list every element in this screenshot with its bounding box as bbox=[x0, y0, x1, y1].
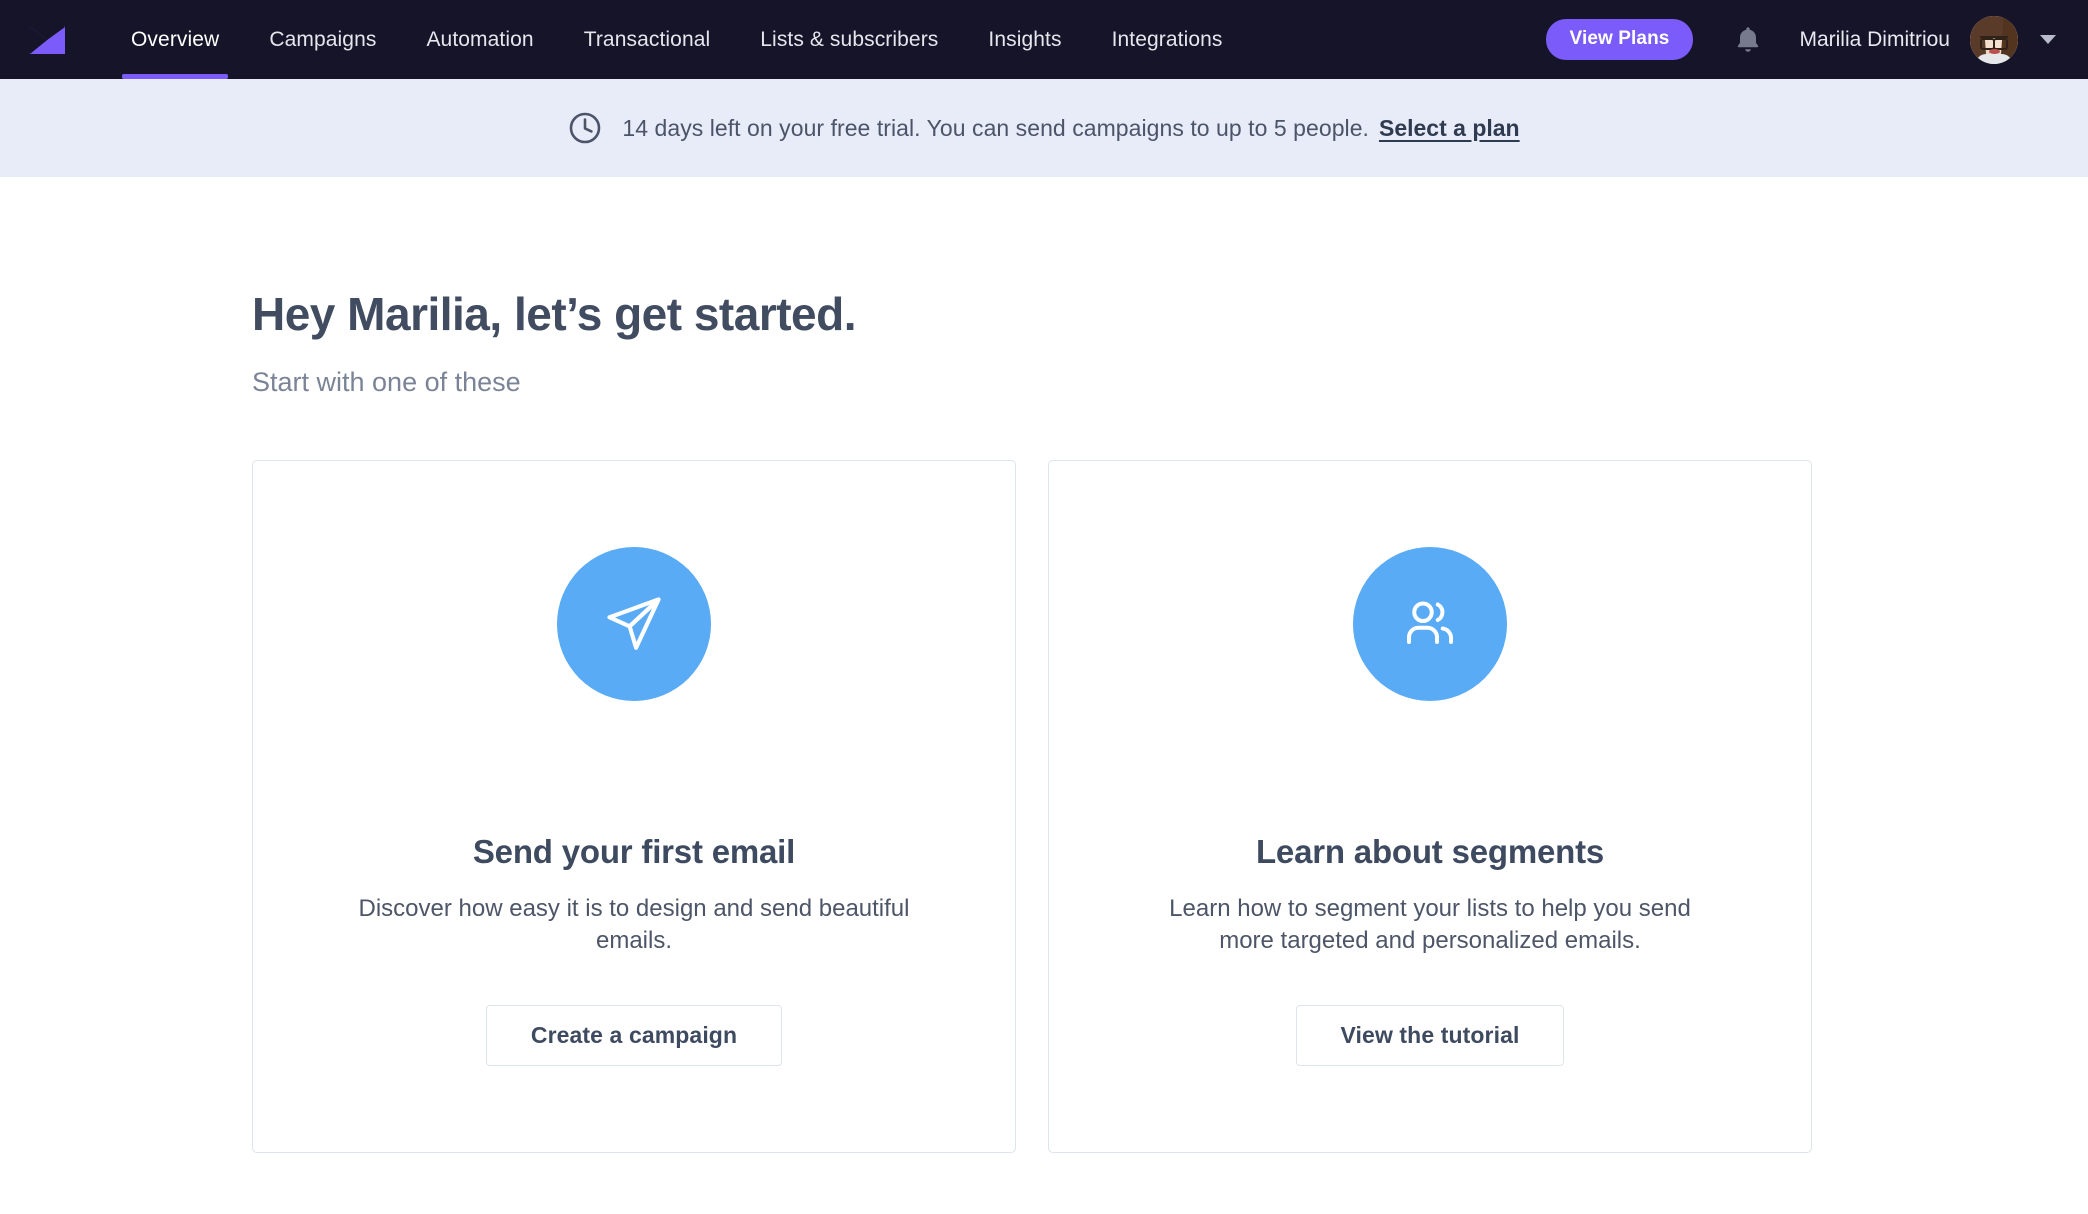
avatar-glasses bbox=[1980, 35, 2008, 50]
clock-icon bbox=[568, 111, 602, 145]
nav-tab-label: Lists & subscribers bbox=[760, 27, 939, 51]
primary-nav-tabs: Overview Campaigns Automation Transactio… bbox=[106, 0, 1248, 79]
nav-tab-campaigns[interactable]: Campaigns bbox=[244, 0, 401, 79]
notifications-button[interactable] bbox=[1727, 19, 1769, 61]
view-plans-button[interactable]: View Plans bbox=[1545, 19, 1694, 60]
bell-icon bbox=[1738, 27, 1759, 52]
nav-tab-label: Campaigns bbox=[269, 27, 377, 51]
nav-tab-insights[interactable]: Insights bbox=[963, 0, 1086, 79]
nav-tab-label: Overview bbox=[131, 27, 220, 51]
avatar-lips bbox=[1989, 48, 2000, 54]
page-subtitle: Start with one of these bbox=[252, 367, 521, 397]
nav-tab-lists-and-subscribers[interactable]: Lists & subscribers bbox=[735, 0, 963, 79]
free-trial-banner: 14 days left on your free trial. You can… bbox=[0, 79, 2088, 177]
card-description: Learn how to segment your lists to help … bbox=[1169, 895, 1691, 954]
account-user-name[interactable]: Marilia Dimitriou bbox=[1799, 28, 1950, 52]
create-a-campaign-button[interactable]: Create a campaign bbox=[485, 1004, 783, 1066]
avatar-shirt bbox=[1976, 53, 2012, 64]
select-a-plan-link[interactable]: Select a plan bbox=[1379, 115, 1520, 142]
nav-tab-transactional[interactable]: Transactional bbox=[559, 0, 736, 79]
nav-tab-overview[interactable]: Overview bbox=[106, 0, 244, 79]
card-send-your-first-email[interactable]: Send your first email Discover how easy … bbox=[252, 460, 1016, 1153]
top-navigation-bar: Overview Campaigns Automation Transactio… bbox=[0, 0, 2088, 79]
send-paper-plane-icon bbox=[557, 547, 711, 701]
main-content: Hey Marilia, let’s get started. Start wi… bbox=[0, 177, 2088, 1153]
moosend-envelope-logo-icon[interactable] bbox=[26, 19, 68, 61]
page-title: Hey Marilia, let’s get started. bbox=[252, 288, 857, 340]
users-segment-icon bbox=[1353, 547, 1507, 701]
card-title: Send your first email bbox=[472, 833, 796, 870]
card-title: Learn about segments bbox=[1255, 833, 1605, 870]
trial-banner-content: 14 days left on your free trial. You can… bbox=[568, 111, 1520, 145]
nav-tab-automation[interactable]: Automation bbox=[401, 0, 558, 79]
nav-tab-label: Insights bbox=[988, 27, 1062, 51]
chevron-down-icon[interactable] bbox=[2040, 35, 2056, 44]
card-learn-about-segments[interactable]: Learn about segments Learn how to segmen… bbox=[1048, 460, 1812, 1153]
nav-tab-label: Integrations bbox=[1111, 27, 1223, 51]
onboarding-cards-row: Send your first email Discover how easy … bbox=[252, 460, 2088, 1153]
view-the-tutorial-button[interactable]: View the tutorial bbox=[1295, 1004, 1565, 1066]
avatar[interactable] bbox=[1970, 15, 2018, 64]
nav-tab-label: Transactional bbox=[583, 27, 711, 51]
nav-tab-label: Automation bbox=[426, 27, 534, 51]
trial-banner-text: 14 days left on your free trial. You can… bbox=[622, 114, 1369, 141]
card-description: Discover how easy it is to design and se… bbox=[358, 895, 910, 954]
nav-right-cluster: View Plans Marilia Dimitriou bbox=[1545, 15, 2062, 64]
nav-tab-integrations[interactable]: Integrations bbox=[1087, 0, 1248, 79]
